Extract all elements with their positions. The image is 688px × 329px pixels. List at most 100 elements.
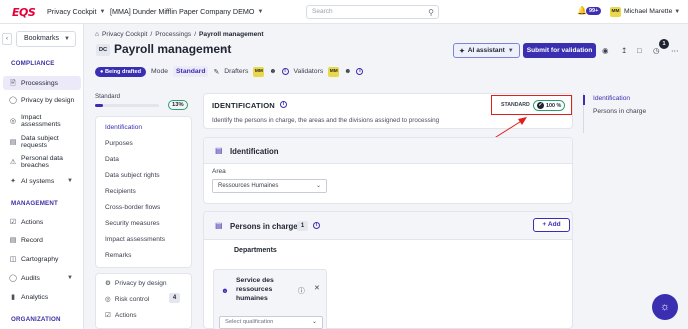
info-icon[interactable]: i (280, 101, 287, 108)
status-row: ● Being drafted Mode Standard ✎ Drafters… (95, 66, 364, 77)
breadcrumb-item[interactable]: Processings (155, 31, 191, 38)
standard-label: STANDARD (501, 102, 530, 108)
sparkle-icon: ✦ (459, 47, 465, 55)
product-selector[interactable]: Privacy Cockpit ▼ (47, 7, 105, 16)
qualification-select[interactable]: Select qualification ⌄ (219, 316, 323, 329)
avatar[interactable]: MM (610, 7, 621, 17)
section-title-management: MANAGEMENT (11, 200, 59, 207)
comment-icon[interactable]: □ (637, 46, 642, 55)
section-nav-data[interactable]: Data (105, 156, 119, 163)
chevron-down-icon: ▼ (507, 47, 514, 54)
chevron-down-icon: ⌄ (311, 319, 317, 325)
outline-item-identification[interactable]: Identification (593, 95, 630, 102)
history-count-badge: 1 (659, 39, 669, 49)
sidebar-item-processings[interactable]: 🖹 Processings (3, 76, 81, 90)
persons-in-charge-card: ▤ Persons in charge 1 i + Add Department… (203, 211, 573, 329)
section-nav-purposes[interactable]: Purposes (105, 140, 133, 147)
id-card-icon: ▤ (215, 146, 223, 155)
export-icon[interactable]: ↥ (621, 46, 627, 55)
breadcrumb-separator: / (150, 31, 153, 38)
sidebar-item-personal-data-breaches[interactable]: ⚠ Personal data breaches (3, 155, 81, 169)
sidebar-item-record[interactable]: ▤ Record (3, 237, 81, 244)
outline-item-persons-in-charge[interactable]: Persons in charge (593, 108, 646, 115)
info-icon[interactable]: i (281, 68, 289, 75)
info-icon[interactable]: ⓘ (298, 285, 305, 295)
section-nav-remarks[interactable]: Remarks (105, 252, 131, 259)
chat-assistant-button[interactable]: ☼ (652, 294, 678, 320)
progress-bar (95, 104, 159, 107)
chevron-down-icon: ▼ (64, 36, 70, 42)
sidebar-item-analytics[interactable]: ▮ Analytics (3, 294, 81, 301)
home-icon[interactable]: ⌂ (95, 31, 99, 38)
chevron-down-icon: ⌄ (315, 183, 321, 189)
sidebar-item-impact-assessments[interactable]: ◎ Impact assessments (3, 114, 81, 128)
page-title: Payroll management (114, 42, 232, 56)
sidebar: ‹ Bookmarks ▼ COMPLIANCE 🖹 Processings ◯… (0, 24, 84, 329)
section-nav-cross-border-flows[interactable]: Cross-border flows (105, 204, 160, 211)
identification-card: ▤ Identification Area Ressources Humaine… (203, 137, 573, 204)
section-nav-recipients[interactable]: Recipients (105, 188, 136, 195)
info-icon[interactable]: i (356, 68, 364, 75)
area-select[interactable]: Ressources Humaines ⌄ (212, 179, 327, 193)
user-icon[interactable]: ☻ (269, 68, 276, 75)
sub-nav-privacy-by-design[interactable]: ⚙ Privacy by design (105, 279, 167, 288)
sidebar-item-label: Record (21, 237, 43, 244)
validators-label: Validators (293, 68, 324, 75)
bookmarks-dropdown[interactable]: Bookmarks ▼ (16, 31, 76, 47)
sidebar-item-ai-systems[interactable]: ✦ AI systems ▼ (3, 178, 81, 185)
sidebar-item-label: Analytics (21, 294, 49, 301)
company-selector[interactable]: [MMA] Dunder Mifflin Paper Company DEMO … (110, 7, 263, 16)
submit-for-validation-button[interactable]: Submit for validation (523, 43, 596, 58)
eye-icon[interactable]: ◉ (602, 46, 609, 55)
search-icon: ⚲ (428, 8, 434, 17)
history-icon[interactable]: ◷ (653, 46, 660, 55)
user-icon[interactable]: ☻ (344, 68, 351, 75)
search-input[interactable]: Search ⚲ (306, 5, 439, 19)
map-icon: ◫ (9, 256, 17, 263)
section-title-compliance: COMPLIANCE (11, 60, 55, 67)
user-menu[interactable]: Michael Marette ▼ (624, 8, 680, 15)
card-header: ▤ Identification (204, 138, 572, 164)
sidebar-item-label: Cartography (21, 256, 59, 263)
drafter-avatar[interactable]: MM (253, 66, 265, 77)
gear-icon: ⚙ (105, 280, 111, 287)
eqs-logo[interactable]: EQS (12, 6, 36, 19)
sidebar-item-cartography[interactable]: ◫ Cartography (3, 256, 81, 263)
collapse-sidebar-button[interactable]: ‹ (2, 33, 12, 45)
chevron-down-icon: ▼ (257, 8, 264, 15)
sub-nav-actions[interactable]: ☑ Actions (105, 311, 137, 320)
standard-highlight-box: STANDARD ✓ 100 % (491, 95, 572, 115)
shield-icon: ◯ (9, 97, 17, 104)
ai-assistant-button[interactable]: ✦ AI assistant ▼ (453, 43, 520, 58)
breadcrumb-item[interactable]: Privacy Cockpit (102, 31, 147, 38)
people-icon: ☻ (221, 286, 229, 295)
mode-value[interactable]: Standard (173, 66, 209, 77)
validator-avatar[interactable]: MM (328, 66, 340, 77)
alert-shield-icon: ⚠ (9, 158, 17, 166)
target-icon: ◎ (105, 296, 111, 303)
section-nav-data-subject-rights[interactable]: Data subject rights (105, 172, 160, 179)
close-icon[interactable]: ✕ (314, 284, 320, 292)
section-nav-impact-assessments[interactable]: Impact assessments (105, 236, 165, 243)
edit-icon[interactable]: ✎ (222, 46, 228, 54)
add-person-button[interactable]: + Add (533, 218, 570, 232)
notifications-badge[interactable]: 99+ (586, 7, 602, 15)
sidebar-item-label: Data subject requests (21, 135, 59, 149)
people-icon: ▤ (215, 221, 223, 230)
check-icon: ✓ (537, 102, 544, 109)
sidebar-item-data-subject-requests[interactable]: ▤ Data subject requests (3, 135, 81, 149)
qualification-placeholder: Select qualification (225, 319, 274, 325)
sidebar-item-privacy-by-design[interactable]: ◯ Privacy by design (3, 97, 81, 104)
sidebar-item-audits[interactable]: ◯ Audits ▼ (3, 275, 81, 282)
more-icon[interactable]: ⋯ (671, 46, 679, 55)
search-placeholder: Search (312, 8, 333, 15)
section-nav-security-measures[interactable]: Security measures (105, 220, 160, 227)
sub-nav-risk-control[interactable]: ◎ Risk control (105, 295, 149, 304)
book-icon: ▤ (9, 237, 17, 244)
audit-icon: ◯ (9, 275, 17, 282)
section-nav-identification[interactable]: Identification (105, 124, 142, 131)
chevron-down-icon: ▼ (67, 178, 73, 184)
pencil-icon: ✎ (213, 68, 220, 76)
info-icon[interactable]: i (313, 222, 320, 229)
sidebar-item-actions[interactable]: ☑ Actions (3, 219, 81, 226)
